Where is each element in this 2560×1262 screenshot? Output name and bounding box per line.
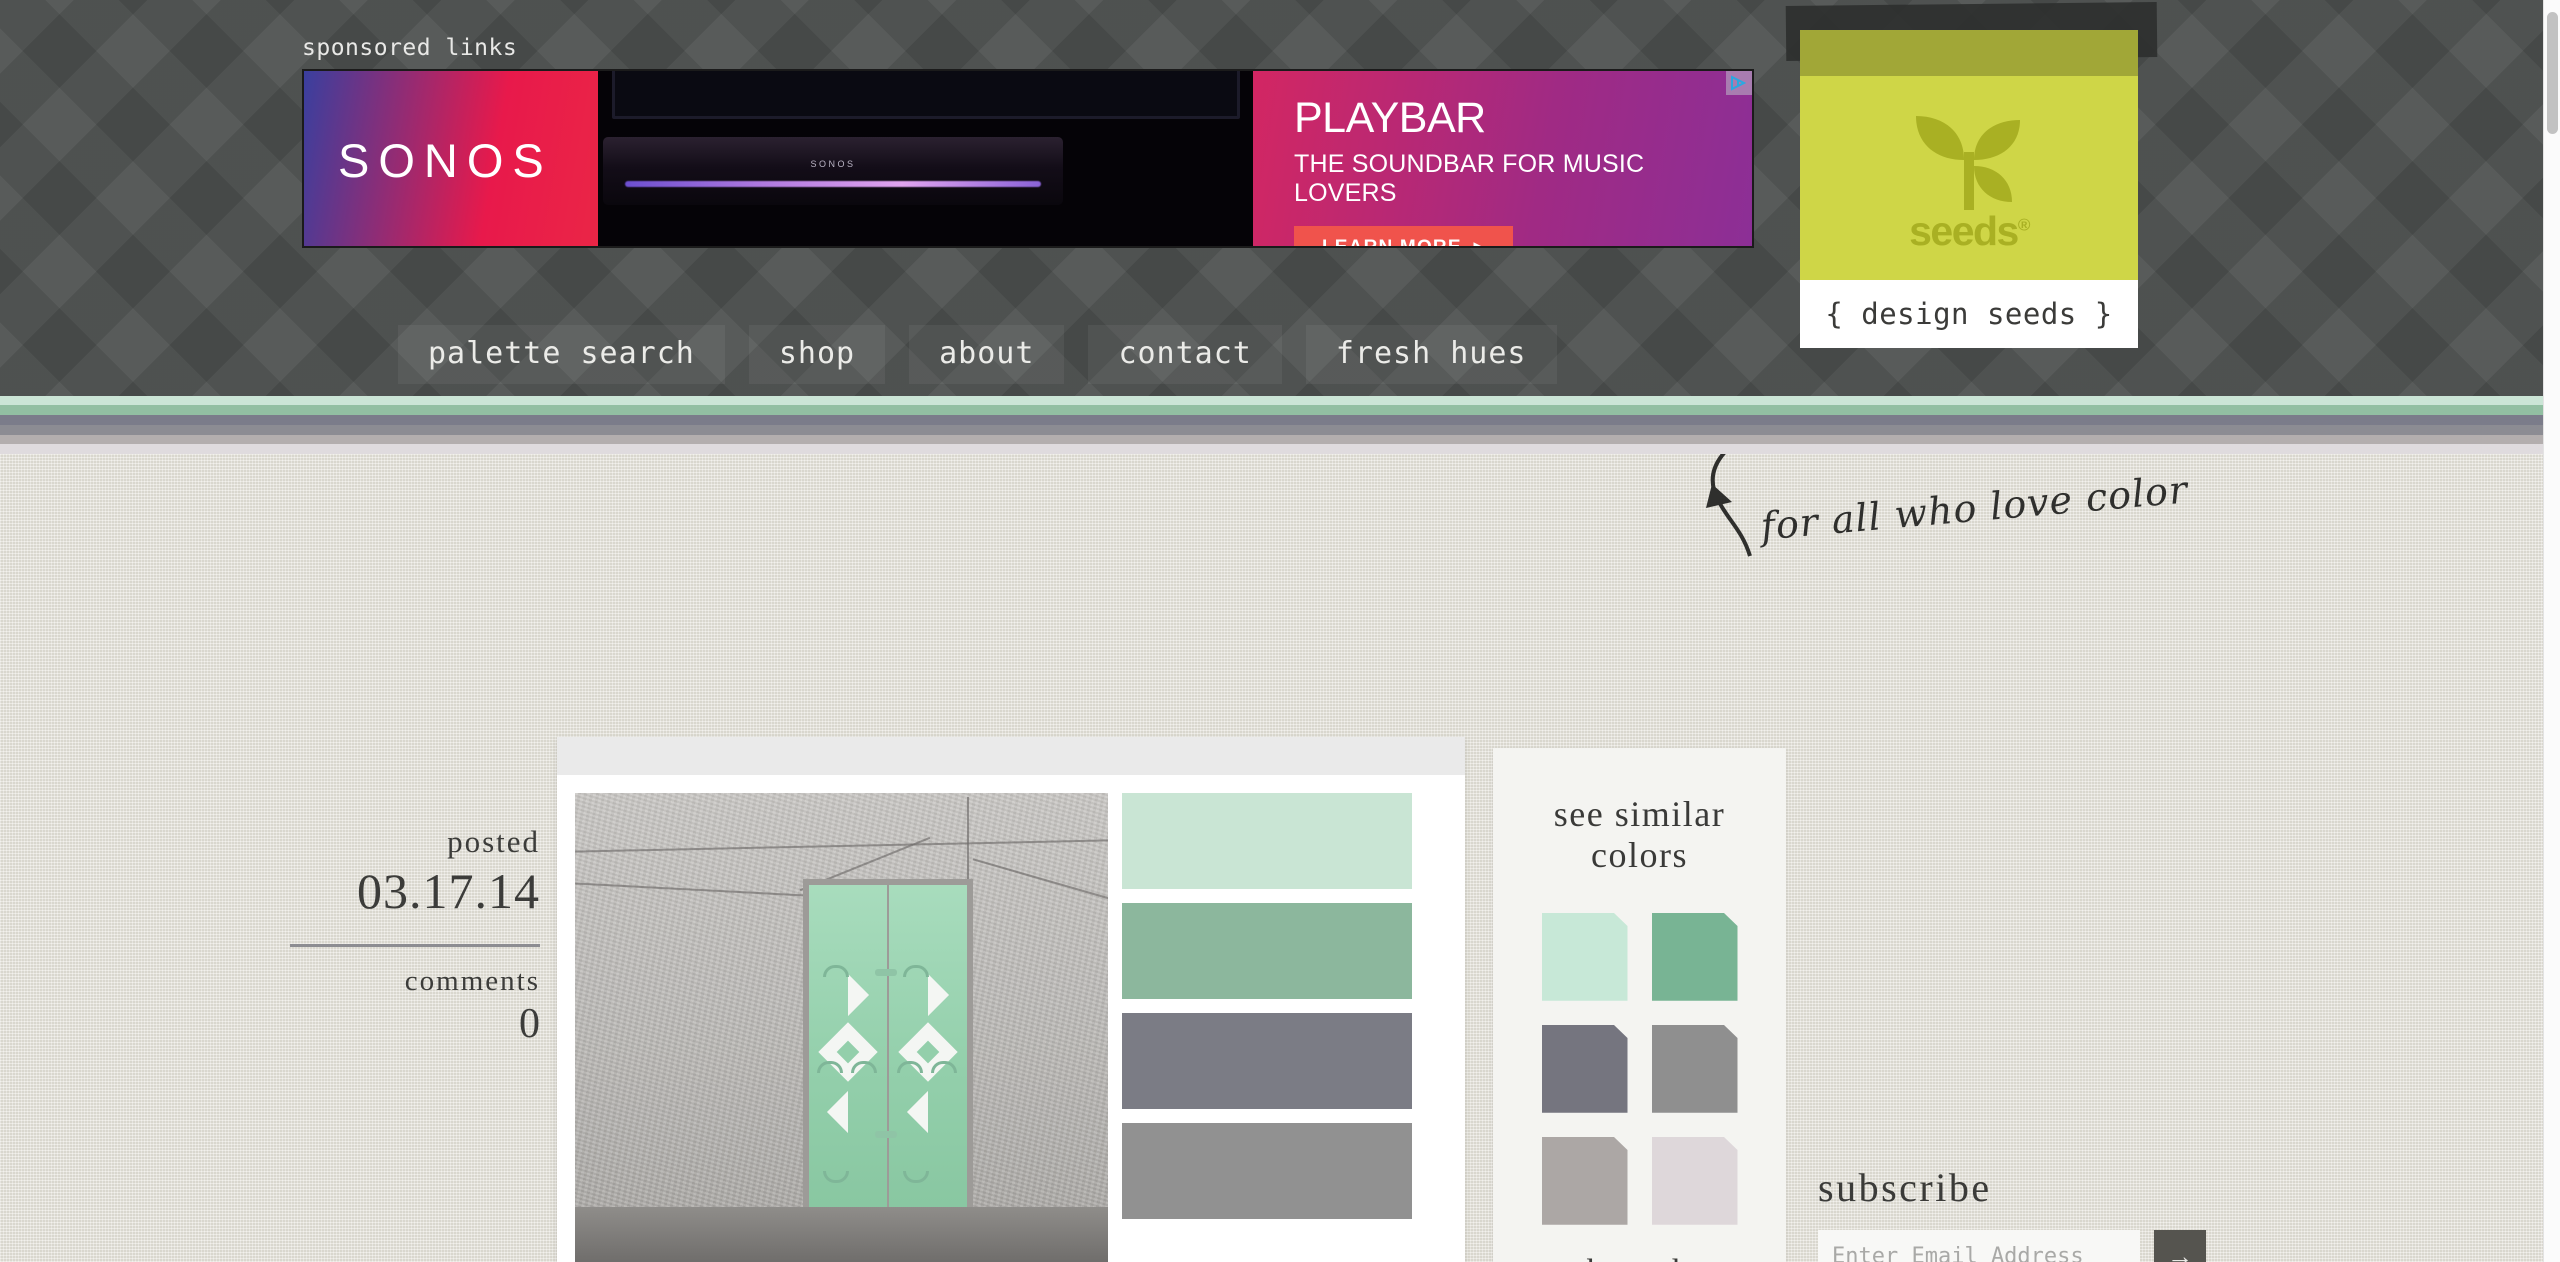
- logo-mark: seeds®: [1906, 108, 2032, 255]
- stripe-2: [0, 415, 2543, 425]
- similar-colors-grid: [1541, 912, 1738, 1225]
- ground-strip: [575, 1207, 1108, 1262]
- stripe-5: [0, 444, 2543, 454]
- posted-label: posted: [447, 824, 540, 859]
- diamond-top-ornament: [907, 974, 949, 1016]
- scroll-ornament-icon: [823, 965, 849, 977]
- stripe-1: [0, 405, 2543, 415]
- page-body: for all who love color posted 03.17.14 c…: [0, 454, 2543, 1262]
- stripe-3: [0, 425, 2543, 435]
- similar-color-swatch[interactable]: [1651, 912, 1738, 1001]
- similar-colors-title-line2: colors: [1591, 835, 1688, 876]
- palette-swatch[interactable]: [1122, 793, 1412, 889]
- scroll-ornament-icon: [851, 1061, 877, 1073]
- comments-label: comments: [404, 965, 540, 997]
- post-date: 03.17.14: [357, 863, 540, 919]
- similar-color-swatch[interactable]: [1541, 1024, 1628, 1113]
- top-banner-ad[interactable]: SONOS SONOS PLAYBAR THE SOUNDBAR FOR MUS…: [302, 69, 1754, 248]
- palette-swatch[interactable]: [1122, 903, 1412, 999]
- nav-item-about[interactable]: about: [909, 325, 1065, 384]
- page-scrollbar[interactable]: [2543, 0, 2560, 1262]
- nav-item-palette-search[interactable]: palette search: [398, 325, 725, 384]
- palette-swatch[interactable]: [1122, 1013, 1412, 1109]
- site-logo[interactable]: seeds® { design seeds }: [1800, 30, 2138, 348]
- wall-crack: [967, 797, 969, 883]
- scroll-ornament-icon: [903, 965, 929, 977]
- diamond-bottom-ornament: [907, 1091, 949, 1133]
- site-header: sponsored links SONOS SONOS PLAYBAR THE …: [0, 0, 2543, 396]
- meta-divider: [290, 944, 540, 947]
- post-card-topbar: [557, 737, 1465, 775]
- scrollbar-thumb[interactable]: [2547, 12, 2558, 134]
- logo-swatch: seeds®: [1800, 30, 2138, 280]
- subscribe-submit-button[interactable]: →: [2154, 1230, 2206, 1262]
- seedling-icon: [1906, 108, 2032, 212]
- sponsored-links-label: sponsored links: [302, 35, 518, 61]
- play-arrow-icon: ▶: [1474, 240, 1488, 246]
- similar-colors-title-line1: see similar: [1553, 794, 1726, 834]
- door-handle-lower: [875, 1131, 897, 1138]
- palette-swatches: [1122, 793, 1412, 1262]
- main-navigation: palette search shop about contact fresh …: [398, 325, 1557, 384]
- similar-color-swatch[interactable]: [1651, 1136, 1738, 1225]
- email-field[interactable]: [1818, 1230, 2140, 1262]
- door-frame: [803, 879, 973, 1262]
- door-right: [889, 885, 967, 1257]
- stripe-0: [0, 396, 2543, 405]
- similar-colors-title: see similar colors: [1493, 794, 1786, 877]
- subscribe-title: subscribe: [1818, 1165, 1992, 1210]
- comments-count: 0: [519, 1001, 540, 1047]
- scroll-ornament-icon: [931, 1061, 957, 1073]
- similar-color-swatch[interactable]: [1651, 1024, 1738, 1113]
- nav-item-fresh-hues[interactable]: fresh hues: [1305, 325, 1557, 384]
- subscribe-form: →: [1818, 1230, 2206, 1262]
- logo-caption: { design seeds }: [1800, 280, 2138, 348]
- post-meta: posted 03.17.14 comments 0: [290, 824, 540, 1048]
- post-card: [557, 737, 1465, 1262]
- door-left: [809, 885, 887, 1257]
- diamond-bottom-ornament: [827, 1091, 869, 1133]
- ad-copy-block: PLAYBAR THE SOUNDBAR FOR MUSIC LOVERS LE…: [1294, 71, 1752, 246]
- adchoices-icon[interactable]: [1726, 71, 1752, 95]
- nav-item-shop[interactable]: shop: [748, 325, 886, 384]
- post-photo[interactable]: [575, 793, 1108, 1262]
- ad-headline: PLAYBAR: [1294, 94, 1486, 142]
- logo-wordmark: seeds®: [1909, 208, 2030, 254]
- similar-color-swatch[interactable]: [1541, 912, 1628, 1001]
- nav-item-contact[interactable]: contact: [1088, 325, 1282, 384]
- stripe-4: [0, 435, 2543, 444]
- similar-color-swatch[interactable]: [1541, 1136, 1628, 1225]
- door-handle-upper: [875, 969, 897, 976]
- ad-brand-logo: SONOS: [338, 134, 553, 187]
- ad-product-photo: SONOS: [598, 71, 1253, 246]
- ad-soundbar-brand-text: SONOS: [810, 159, 856, 169]
- ad-cta-label: LEARN MORE: [1322, 237, 1462, 248]
- scroll-ornament-icon: [823, 1171, 849, 1183]
- ad-tv-graphic: [612, 71, 1240, 119]
- palette-stripe-band: [0, 396, 2543, 454]
- scroll-ornament-icon: [903, 1171, 929, 1183]
- ad-subheadline: THE SOUNDBAR FOR MUSIC LOVERS: [1294, 150, 1645, 207]
- similar-colors-panel: see similar colors share the: [1493, 748, 1786, 1262]
- ad-learn-more-button[interactable]: LEARN MORE ▶: [1294, 226, 1514, 248]
- palette-swatch[interactable]: [1122, 1123, 1412, 1219]
- share-the-label: share the: [1493, 1253, 1786, 1262]
- tagline-block: for all who love color: [1676, 454, 2236, 584]
- ad-soundbar-graphic: SONOS: [603, 137, 1063, 205]
- diamond-top-ornament: [827, 974, 869, 1016]
